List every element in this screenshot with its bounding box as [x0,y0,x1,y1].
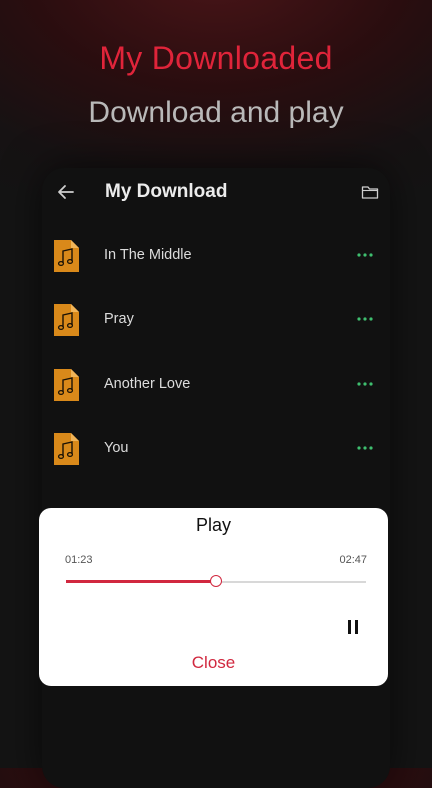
app-header: My Download [42,168,390,220]
more-dots-icon [357,253,373,257]
track-row[interactable]: You [42,431,390,483]
track-title: Pray [104,311,134,327]
more-options-button[interactable] [356,248,374,262]
more-dots-icon [357,382,373,386]
seek-thumb[interactable] [210,575,222,587]
track-title: Another Love [104,376,191,392]
folder-icon [361,186,379,199]
close-button[interactable]: Close [39,653,388,673]
total-time: 02:47 [339,554,367,566]
page-title: My Download [105,181,228,202]
music-file-icon [51,238,81,274]
more-options-button[interactable] [356,312,374,326]
folder-button[interactable] [361,184,379,200]
pause-button[interactable] [346,618,360,636]
dialog-title: Play [195,515,231,535]
promo-title: My Downloaded [99,40,333,76]
track-title: In The Middle [104,247,192,263]
music-file-icon [51,431,81,467]
promo-subtitle: Download and play [88,96,344,129]
more-dots-icon [357,317,373,321]
music-file-icon [51,367,81,403]
phone-screen: My Download In The Middle Pray Another Lov… [42,168,390,788]
more-options-button[interactable] [356,377,374,391]
arrow-left-icon [58,185,74,199]
track-row[interactable]: In The Middle [42,238,390,290]
more-options-button[interactable] [356,441,374,455]
music-file-icon [51,302,81,338]
elapsed-time: 01:23 [65,554,93,566]
more-dots-icon [357,446,373,450]
seek-bar[interactable] [66,574,366,590]
track-row[interactable]: Pray [42,302,390,354]
back-button[interactable] [56,182,76,202]
seek-progress [66,580,216,583]
track-title: You [104,440,129,456]
player-dialog: Play 01:23 02:47 Close [39,508,388,686]
track-row[interactable]: Another Love [42,367,390,419]
pause-icon [348,620,358,634]
